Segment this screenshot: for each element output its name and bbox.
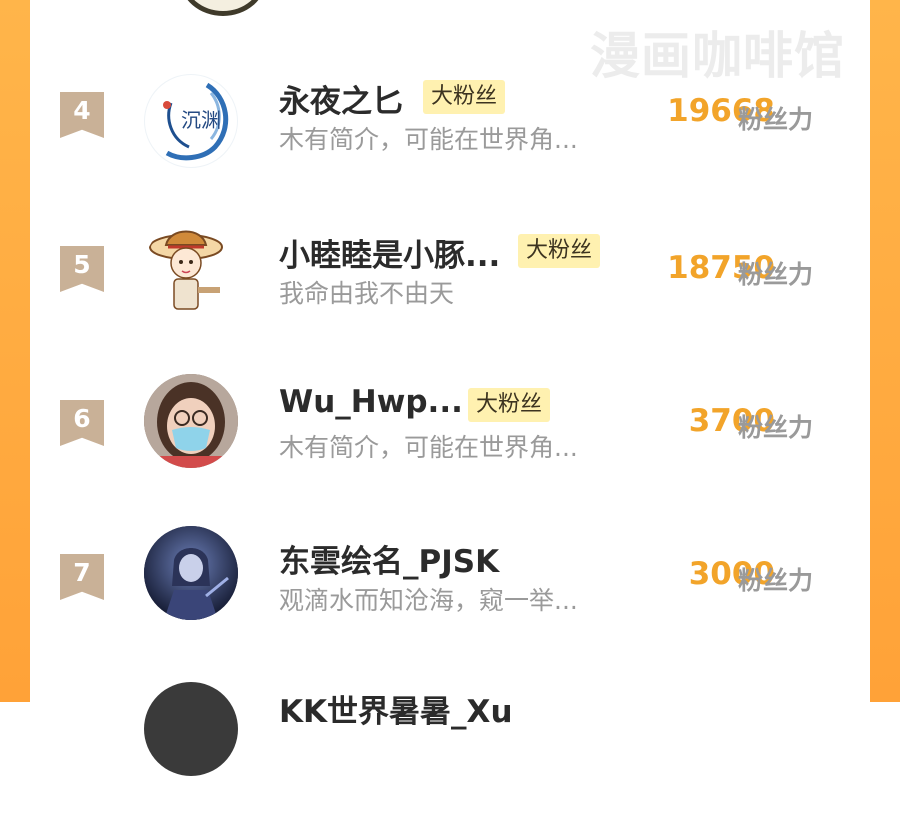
fan-power-label: 粉丝力: [738, 260, 814, 289]
anime-avatar-image: [144, 526, 238, 620]
user-bio: 木有简介，可能在世界角...: [279, 125, 578, 154]
calligraphy-avatar-image: 沉渊: [163, 82, 229, 161]
ranking-row[interactable]: 7 东雲绘名_PJSK 观滴水而知沧海，窥一举... 3000 粉丝力: [0, 524, 900, 664]
fan-power-label: 粉丝力: [738, 566, 814, 595]
user-avatar[interactable]: [144, 526, 238, 620]
user-avatar[interactable]: [144, 221, 238, 315]
big-fan-badge: 大粉丝: [468, 388, 551, 422]
user-name[interactable]: Wu_Hwp...: [279, 384, 463, 420]
fan-power-label: 粉丝力: [738, 413, 814, 442]
user-name[interactable]: 小睦睦是小豚...: [279, 230, 500, 275]
user-bio: 我命由我不由天: [279, 279, 455, 308]
big-fan-badge: 大粉丝: [423, 80, 506, 114]
user-bio: 木有简介，可能在世界角...: [279, 433, 578, 462]
ranking-row[interactable]: 6 Wu_Hwp... 大粉丝 木有简介，可能在世界角... 3700 粉丝力: [0, 370, 900, 510]
ranking-row[interactable]: 5 小睦睦是小豚... 大粉丝 我命由我不由天 18750 粉丝力: [0, 216, 900, 356]
rank-badge: 7: [60, 554, 104, 600]
user-avatar[interactable]: [144, 682, 238, 776]
user-name[interactable]: KK世界暑暑_Xu: [279, 686, 513, 731]
rank-badge: 5: [60, 246, 104, 292]
user-avatar[interactable]: [144, 374, 238, 468]
user-name[interactable]: 永夜之匕: [279, 76, 403, 121]
ranking-row[interactable]: 4 沉渊 永夜之匕 大粉丝 木有简介，可能在世界角... 19668 粉丝力: [0, 62, 900, 202]
rank-badge: 6: [60, 400, 104, 446]
user-name[interactable]: 东雲绘名_PJSK: [279, 536, 499, 581]
fan-power-label: 粉丝力: [738, 105, 814, 134]
user-avatar[interactable]: 沉渊: [144, 74, 238, 168]
big-fan-badge: 大粉丝: [518, 234, 601, 268]
svg-text:沉渊: 沉渊: [181, 108, 221, 132]
avatar-previous-user[interactable]: [180, 0, 266, 16]
photo-avatar-image: [144, 374, 238, 468]
chibi-avatar-image: [149, 230, 223, 310]
ranking-row[interactable]: KK世界暑暑_Xu: [0, 678, 900, 818]
user-bio: 观滴水而知沧海，窥一举...: [279, 586, 578, 615]
rank-badge: 4: [60, 92, 104, 138]
